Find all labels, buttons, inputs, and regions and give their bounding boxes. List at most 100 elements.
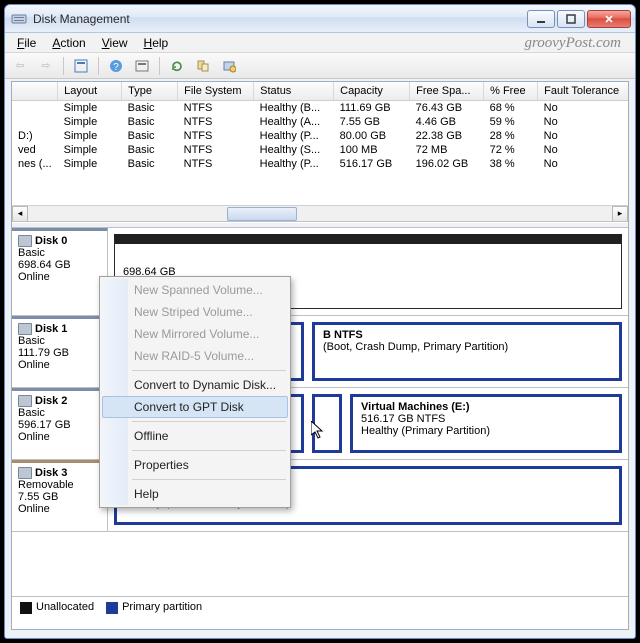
titlebar[interactable]: Disk Management bbox=[5, 5, 635, 33]
disk-type: Basic bbox=[18, 247, 101, 259]
table-cell: 516.17 GB bbox=[334, 157, 410, 171]
disk-name: Disk 1 bbox=[35, 323, 67, 335]
context-menu-separator bbox=[132, 479, 286, 480]
col-type[interactable]: Type bbox=[122, 82, 178, 101]
table-cell: NTFS bbox=[178, 101, 254, 116]
table-cell: 22.38 GB bbox=[410, 129, 484, 143]
help-button[interactable]: ? bbox=[105, 55, 127, 77]
table-cell: Healthy (P... bbox=[254, 129, 334, 143]
separator bbox=[63, 57, 64, 75]
col-layout[interactable]: Layout bbox=[58, 82, 122, 101]
toolbar-icon-d[interactable] bbox=[218, 55, 240, 77]
table-cell: NTFS bbox=[178, 115, 254, 129]
table-cell: 80.00 GB bbox=[334, 129, 410, 143]
refresh-button[interactable] bbox=[166, 55, 188, 77]
menu-help[interactable]: Help bbox=[136, 34, 177, 52]
table-cell: Simple bbox=[58, 115, 122, 129]
table-cell: ved bbox=[12, 143, 58, 157]
minimize-button[interactable] bbox=[527, 10, 555, 28]
svg-text:?: ? bbox=[113, 62, 119, 73]
disk-type: Basic bbox=[18, 335, 101, 347]
context-menu-item[interactable]: Convert to Dynamic Disk... bbox=[102, 374, 288, 396]
disk-name: Disk 3 bbox=[35, 467, 67, 479]
context-menu-item: New Mirrored Volume... bbox=[102, 323, 288, 345]
menu-action[interactable]: Action bbox=[44, 34, 93, 52]
context-menu-separator bbox=[132, 421, 286, 422]
context-menu-separator bbox=[132, 450, 286, 451]
table-row[interactable]: vedSimpleBasicNTFSHealthy (S...100 MB72 … bbox=[12, 143, 628, 157]
table-cell: Basic bbox=[122, 129, 178, 143]
table-row[interactable]: SimpleBasicNTFSHealthy (B...111.69 GB76.… bbox=[12, 101, 628, 116]
table-cell: 72 MB bbox=[410, 143, 484, 157]
menu-file[interactable]: File bbox=[9, 34, 44, 52]
scroll-thumb[interactable] bbox=[227, 207, 297, 221]
table-cell: Healthy (S... bbox=[254, 143, 334, 157]
partition-primary[interactable]: B NTFS (Boot, Crash Dump, Primary Partit… bbox=[312, 322, 622, 381]
table-cell: D:) bbox=[12, 129, 58, 143]
toolbar-icon-c[interactable] bbox=[192, 55, 214, 77]
menu-view[interactable]: View bbox=[94, 34, 136, 52]
disk-icon bbox=[18, 395, 32, 407]
col-fault[interactable]: Fault Tolerance bbox=[538, 82, 628, 101]
table-cell: No bbox=[538, 101, 628, 116]
disk-label-0[interactable]: Disk 0 Basic 698.64 GB Online bbox=[12, 228, 108, 315]
separator bbox=[98, 57, 99, 75]
scroll-track[interactable] bbox=[28, 206, 612, 222]
toolbar-icon-b[interactable] bbox=[131, 55, 153, 77]
table-cell: Healthy (B... bbox=[254, 101, 334, 116]
disk-label-2[interactable]: Disk 2 Basic 596.17 GB Online bbox=[12, 388, 108, 459]
disk-size: 111.79 GB bbox=[18, 347, 101, 359]
legend-primary: Primary partition bbox=[106, 601, 202, 613]
context-menu-item: New Spanned Volume... bbox=[102, 279, 288, 301]
window-title: Disk Management bbox=[33, 12, 527, 26]
partition-primary[interactable]: Virtual Machines (E:) 516.17 GB NTFS Hea… bbox=[350, 394, 622, 453]
table-cell: Basic bbox=[122, 115, 178, 129]
context-menu-item[interactable]: Convert to GPT Disk bbox=[102, 396, 288, 418]
scroll-left-arrow[interactable]: ◂ bbox=[12, 206, 28, 222]
col-volume[interactable] bbox=[12, 82, 58, 101]
disk-label-3[interactable]: Disk 3 Removable 7.55 GB Online bbox=[12, 460, 108, 531]
disk-type: Basic bbox=[18, 407, 101, 419]
table-cell: NTFS bbox=[178, 129, 254, 143]
disk-icon bbox=[18, 467, 32, 479]
volume-list[interactable]: Layout Type File System Status Capacity … bbox=[12, 82, 628, 222]
scroll-right-arrow[interactable]: ▸ bbox=[612, 206, 628, 222]
partition-small[interactable] bbox=[312, 394, 342, 453]
table-cell: Simple bbox=[58, 143, 122, 157]
partition-fs: B NTFS bbox=[323, 329, 611, 341]
forward-button[interactable]: ⇨ bbox=[35, 55, 57, 77]
partition-name: Virtual Machines (E:) bbox=[361, 401, 611, 413]
horizontal-scrollbar[interactable]: ◂ ▸ bbox=[12, 205, 628, 221]
table-cell: Healthy (A... bbox=[254, 115, 334, 129]
table-cell: No bbox=[538, 143, 628, 157]
table-cell: Simple bbox=[58, 129, 122, 143]
disk-name: Disk 2 bbox=[35, 395, 67, 407]
context-menu-item[interactable]: Help bbox=[102, 483, 288, 505]
close-button[interactable] bbox=[587, 10, 631, 28]
context-menu-item[interactable]: Properties bbox=[102, 454, 288, 476]
table-row[interactable]: nes (...SimpleBasicNTFSHealthy (P...516.… bbox=[12, 157, 628, 171]
table-cell: 196.02 GB bbox=[410, 157, 484, 171]
volume-table: Layout Type File System Status Capacity … bbox=[12, 82, 628, 171]
disk-label-1[interactable]: Disk 1 Basic 111.79 GB Online bbox=[12, 316, 108, 387]
disk-size: 7.55 GB bbox=[18, 491, 101, 503]
toolbar-icon-a[interactable] bbox=[70, 55, 92, 77]
col-status[interactable]: Status bbox=[254, 82, 334, 101]
disk-name: Disk 0 bbox=[35, 235, 67, 247]
context-menu-item: New Striped Volume... bbox=[102, 301, 288, 323]
col-pctfree[interactable]: % Free bbox=[484, 82, 538, 101]
table-cell: No bbox=[538, 157, 628, 171]
back-button[interactable]: ⇦ bbox=[9, 55, 31, 77]
col-filesystem[interactable]: File System bbox=[178, 82, 254, 101]
maximize-button[interactable] bbox=[557, 10, 585, 28]
col-freespace[interactable]: Free Spa... bbox=[410, 82, 484, 101]
table-cell: Basic bbox=[122, 101, 178, 116]
col-capacity[interactable]: Capacity bbox=[334, 82, 410, 101]
disk-status: Online bbox=[18, 503, 101, 515]
legend-unallocated: Unallocated bbox=[20, 601, 94, 613]
context-menu-separator bbox=[132, 370, 286, 371]
table-cell: 72 % bbox=[484, 143, 538, 157]
table-row[interactable]: SimpleBasicNTFSHealthy (A...7.55 GB4.46 … bbox=[12, 115, 628, 129]
context-menu-item[interactable]: Offline bbox=[102, 425, 288, 447]
table-row[interactable]: D:)SimpleBasicNTFSHealthy (P...80.00 GB2… bbox=[12, 129, 628, 143]
